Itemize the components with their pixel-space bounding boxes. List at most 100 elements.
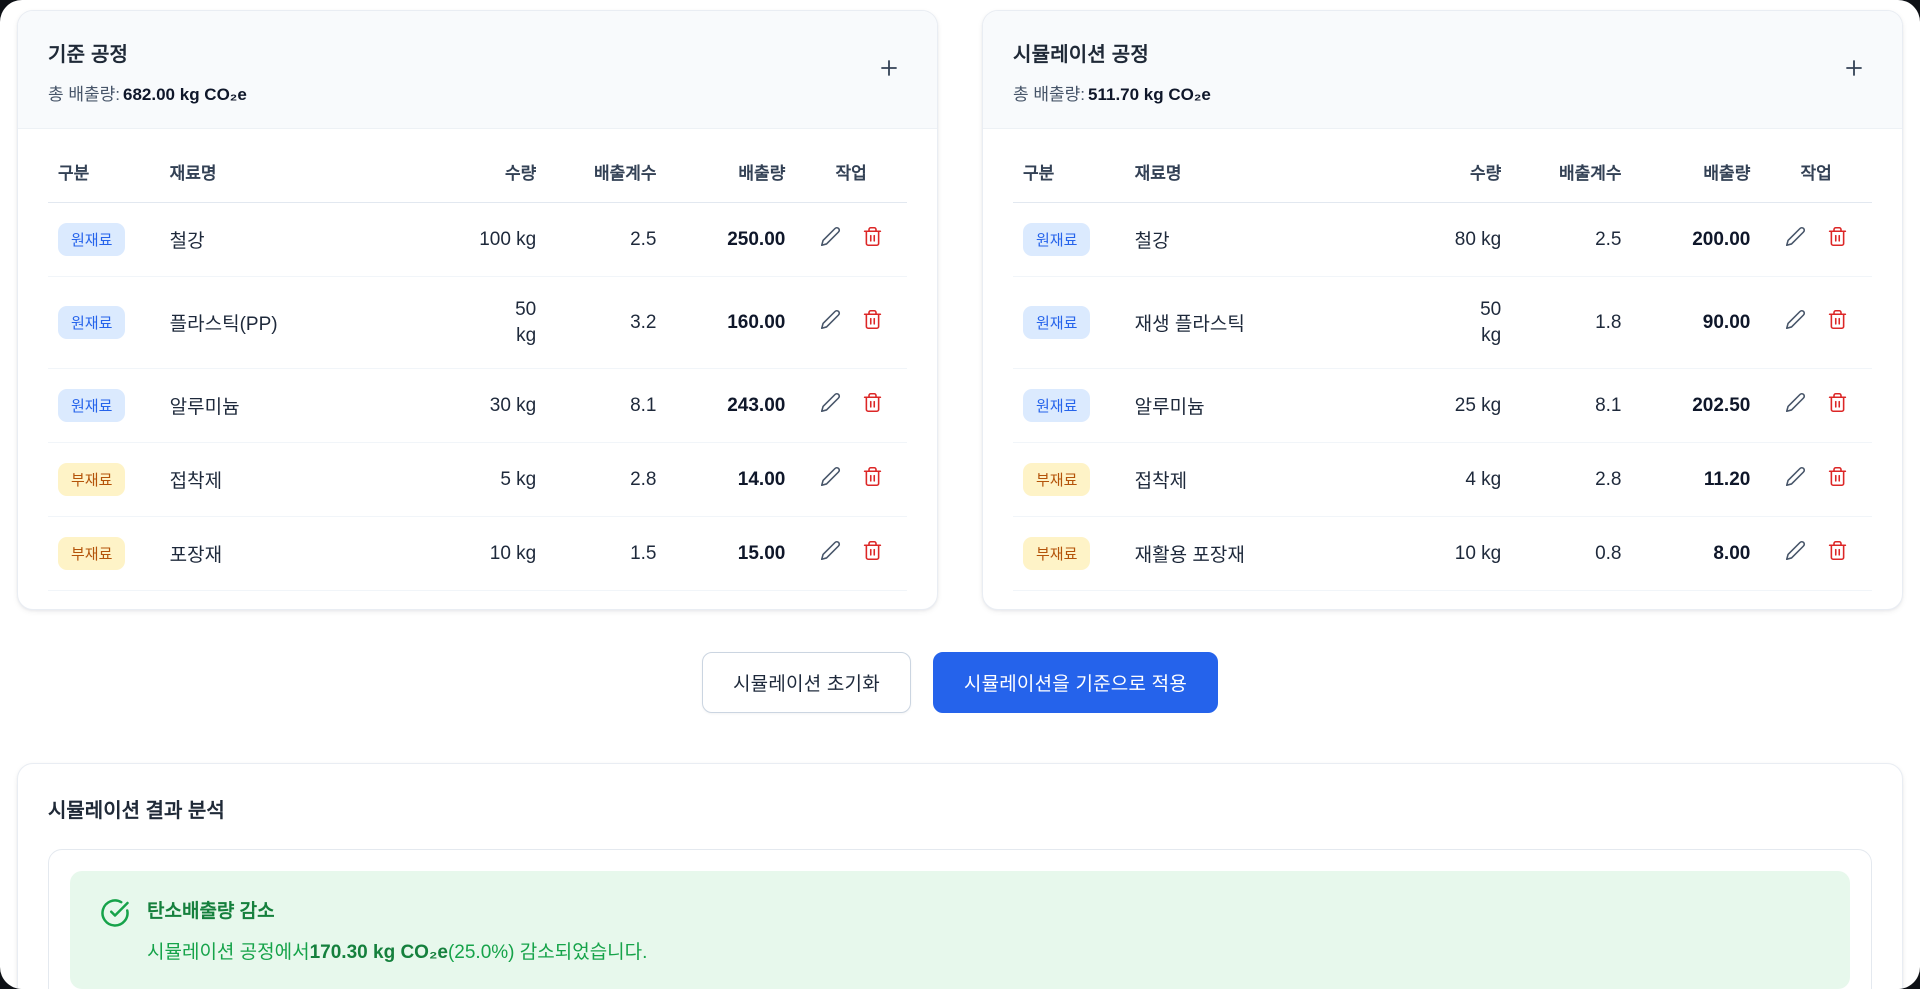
category-badge: 원재료	[1023, 389, 1091, 423]
category-badge: 원재료	[58, 389, 126, 423]
emission-factor-value: 0.8	[1511, 516, 1632, 592]
material-name: 재생 플라스틱	[1124, 276, 1400, 370]
emission-reduction-alert: 탄소배출량 감소 시뮬레이션 공정에서170.30 kg CO₂e(25.0%)…	[70, 871, 1850, 989]
emission-factor-value: 8.1	[1511, 368, 1632, 444]
column-header: 구분	[1013, 135, 1125, 203]
edit-button[interactable]	[818, 226, 842, 250]
delete-button[interactable]	[860, 392, 884, 416]
edit-button[interactable]	[818, 392, 842, 416]
emission-factor-value: 3.2	[546, 276, 667, 370]
base-total-emission: 총 배출량: 682.00 kg CO₂e	[48, 80, 907, 105]
trash-icon	[862, 226, 883, 250]
trash-icon	[862, 392, 883, 416]
sim-process-card: 시뮬레이션 공정 총 배출량: 511.70 kg CO₂e 구분 재료명 수량 배출계…	[982, 10, 1903, 611]
material-name: 재활용 포장재	[1124, 516, 1400, 592]
material-row: 원재료 플라스틱(PP) 50 kg 3.2 160.00	[48, 276, 907, 370]
alert-message-suffix: (25.0%) 감소되었습니다.	[447, 942, 648, 964]
base-process-card: 기준 공정 총 배출량: 682.00 kg CO₂e 구분 재료명 수량 배출계수 배출…	[17, 10, 938, 611]
column-header: 수량	[1399, 135, 1512, 203]
edit-button[interactable]	[1783, 540, 1807, 564]
material-name: 알루미늄	[159, 368, 435, 444]
row-actions	[818, 309, 884, 333]
material-row: 원재료 재생 플라스틱 50 kg 1.8 90.00	[1013, 276, 1872, 370]
delete-button[interactable]	[860, 466, 884, 490]
quantity-value: 30 kg	[434, 368, 547, 444]
emission-value: 11.20	[1631, 442, 1761, 518]
sim-process-table: 구분 재료명 수량 배출계수 배출량 작업 원재료 철강 80 kg 2.5 200.00 원재료 재생…	[1013, 135, 1872, 592]
quantity-value: 10 kg	[1399, 516, 1512, 592]
category-badge: 원재료	[58, 306, 126, 340]
material-row: 원재료 알루미늄 25 kg 8.1 202.50	[1013, 368, 1872, 444]
emission-value: 14.00	[666, 442, 796, 518]
plus-icon	[1842, 56, 1866, 83]
emission-factor-value: 8.1	[546, 368, 667, 444]
base-add-material-button[interactable]	[871, 52, 907, 88]
delete-button[interactable]	[1825, 392, 1849, 416]
base-total-label: 총 배출량:	[48, 85, 121, 104]
sim-process-table-wrap: 구분 재료명 수량 배출계수 배출량 작업 원재료 철강 80 kg 2.5 200.00 원재료 재생…	[983, 129, 1902, 609]
material-name: 접착제	[159, 442, 435, 518]
pencil-icon	[820, 540, 841, 564]
sim-add-material-button[interactable]	[1836, 52, 1872, 88]
emission-factor-value: 2.8	[1511, 442, 1632, 518]
base-process-header: 기준 공정 총 배출량: 682.00 kg CO₂e	[18, 11, 937, 129]
pencil-icon	[1785, 466, 1806, 490]
category-badge: 부재료	[1023, 537, 1091, 571]
edit-button[interactable]	[818, 309, 842, 333]
material-name: 플라스틱(PP)	[159, 276, 435, 370]
quantity-value: 25 kg	[1399, 368, 1512, 444]
emission-factor-value: 2.5	[1511, 202, 1632, 277]
column-header: 재료명	[1124, 135, 1400, 203]
delete-button[interactable]	[1825, 309, 1849, 333]
column-header: 배출계수	[1511, 135, 1632, 203]
quantity-value: 4 kg	[1399, 442, 1512, 518]
delete-button[interactable]	[860, 309, 884, 333]
row-actions	[818, 466, 884, 490]
category-badge: 부재료	[58, 463, 126, 497]
category-badge: 원재료	[58, 223, 126, 256]
alert-message-prefix: 시뮬레이션 공정에서	[147, 942, 310, 964]
emission-value: 202.50	[1631, 368, 1761, 444]
alert-text-block: 탄소배출량 감소 시뮬레이션 공정에서170.30 kg CO₂e(25.0%)…	[147, 896, 647, 964]
alert-title: 탄소배출량 감소	[147, 901, 275, 923]
delete-button[interactable]	[1825, 226, 1849, 250]
delete-button[interactable]	[1825, 466, 1849, 490]
edit-button[interactable]	[1783, 309, 1807, 333]
trash-icon	[862, 309, 883, 333]
column-header: 작업	[1760, 135, 1872, 203]
material-row: 원재료 알루미늄 30 kg 8.1 243.00	[48, 368, 907, 444]
trash-icon	[1827, 309, 1848, 333]
delete-button[interactable]	[1825, 540, 1849, 564]
material-row: 원재료 철강 100 kg 2.5 250.00	[48, 202, 907, 277]
pencil-icon	[1785, 226, 1806, 250]
material-row: 부재료 접착제 5 kg 2.8 14.00	[48, 442, 907, 518]
apply-simulation-button[interactable]: 시뮬레이션을 기준으로 적용	[932, 652, 1219, 714]
column-header: 작업	[795, 135, 907, 203]
column-header: 배출량	[1631, 135, 1761, 203]
edit-button[interactable]	[1783, 392, 1807, 416]
emission-factor-value: 2.8	[546, 442, 667, 518]
edit-button[interactable]	[1783, 226, 1807, 250]
base-total-value: 682.00 kg CO₂e	[123, 85, 247, 104]
row-actions	[1783, 392, 1849, 416]
delete-button[interactable]	[860, 540, 884, 564]
quantity-value: 50 kg	[1399, 276, 1512, 370]
column-header: 배출계수	[546, 135, 667, 203]
delete-button[interactable]	[860, 226, 884, 250]
trash-icon	[862, 466, 883, 490]
alert-message-value: 170.30 kg CO₂e	[309, 942, 448, 964]
column-header: 배출량	[666, 135, 796, 203]
column-header: 재료명	[159, 135, 435, 203]
quantity-value: 50 kg	[434, 276, 547, 370]
material-row: 부재료 접착제 4 kg 2.8 11.20	[1013, 442, 1872, 518]
edit-button[interactable]	[1783, 466, 1807, 490]
edit-button[interactable]	[818, 540, 842, 564]
emission-value: 160.00	[666, 276, 796, 370]
reset-simulation-button[interactable]: 시뮬레이션 초기화	[701, 652, 911, 714]
column-header: 구분	[48, 135, 160, 203]
row-actions	[818, 392, 884, 416]
sim-total-value: 511.70 kg CO₂e	[1088, 85, 1211, 104]
sim-process-title: 시뮬레이션 공정	[1013, 44, 1149, 66]
edit-button[interactable]	[818, 466, 842, 490]
emission-value: 8.00	[1631, 516, 1761, 592]
